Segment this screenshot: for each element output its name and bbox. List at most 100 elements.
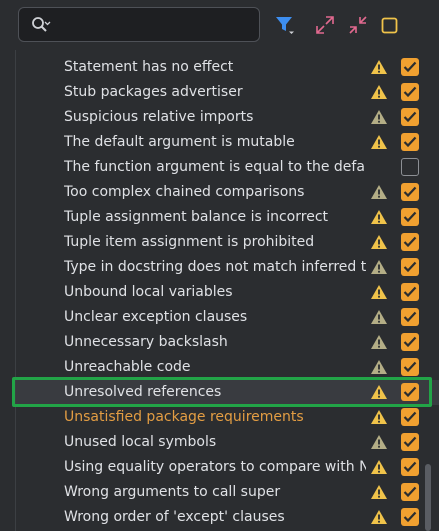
expand-all-icon[interactable]: [314, 14, 336, 36]
warning-icon: [371, 235, 387, 249]
inspection-label: Using equality operators to compare with…: [64, 459, 366, 475]
inspection-label: Unbound local variables: [64, 284, 233, 300]
search-field[interactable]: [18, 7, 260, 42]
inspection-label: Statement has no effect: [64, 59, 234, 75]
inspection-row[interactable]: Using equality operators to compare with…: [16, 455, 439, 480]
warning-icon: [371, 510, 387, 524]
warning-icon: [371, 385, 387, 399]
warning-icon: [371, 135, 387, 149]
inspection-row[interactable]: Stub packages advertiser: [16, 80, 439, 105]
warning-icon: [371, 285, 387, 299]
checkmark-icon: [403, 136, 417, 148]
checkmark-icon: [403, 336, 417, 348]
inspection-row[interactable]: Unreachable code: [16, 355, 439, 380]
inspection-checkbox[interactable]: [401, 508, 419, 526]
collapse-all-icon[interactable]: [347, 14, 369, 36]
checkmark-icon: [403, 311, 417, 323]
warning-icon: [371, 60, 387, 74]
inspection-row[interactable]: Unbound local variables: [16, 280, 439, 305]
inspection-checkbox[interactable]: [401, 333, 419, 351]
inspection-checkbox[interactable]: [401, 158, 419, 176]
warning-icon: [371, 485, 387, 499]
inspection-row[interactable]: Type in docstring does not match inferre…: [16, 255, 439, 280]
inspection-checkbox[interactable]: [401, 383, 419, 401]
checkmark-icon: [403, 186, 417, 198]
scrollbar-thumb[interactable]: [425, 464, 431, 531]
warning-icon: [371, 410, 387, 424]
checkmark-icon: [403, 411, 417, 423]
inspection-checkbox[interactable]: [401, 83, 419, 101]
inspection-checkbox[interactable]: [401, 108, 419, 126]
inspection-checkbox[interactable]: [401, 458, 419, 476]
inspection-checkbox[interactable]: [401, 208, 419, 226]
inspection-row[interactable]: Too complex chained comparisons: [16, 180, 439, 205]
weak-warning-icon: [371, 435, 387, 449]
checkmark-icon: [403, 261, 417, 273]
inspection-label: Too complex chained comparisons: [64, 184, 305, 200]
inspection-row[interactable]: Wrong arguments to call super: [16, 480, 439, 505]
inspection-label: Tuple item assignment is prohibited: [64, 234, 315, 250]
inspection-label: Unclear exception clauses: [64, 309, 248, 325]
inspection-label: Tuple assignment balance is incorrect: [64, 209, 329, 225]
inspection-checkbox[interactable]: [401, 233, 419, 251]
inspection-row[interactable]: Unclear exception clauses: [16, 305, 439, 330]
checkmark-icon: [403, 361, 417, 373]
inspection-checkbox[interactable]: [401, 183, 419, 201]
checkmark-icon: [403, 511, 417, 523]
inspection-row[interactable]: Wrong order of 'except' clauses: [16, 505, 439, 530]
checkmark-icon: [403, 386, 417, 398]
inspection-label: Unsatisfied package requirements: [64, 409, 304, 425]
inspection-checkbox[interactable]: [401, 58, 419, 76]
inspection-row[interactable]: Tuple item assignment is prohibited: [16, 230, 439, 255]
inspection-checkbox[interactable]: [401, 483, 419, 501]
inspection-row[interactable]: Unused local symbols: [16, 430, 439, 455]
checkmark-icon: [403, 211, 417, 223]
inspection-checkbox[interactable]: [401, 358, 419, 376]
checkmark-icon: [403, 236, 417, 248]
weak-warning-icon: [371, 335, 387, 349]
inspection-checkbox[interactable]: [401, 133, 419, 151]
inspection-label: The default argument is mutable: [64, 134, 295, 150]
inspection-row[interactable]: The function argument is equal to the de…: [16, 155, 439, 180]
inspection-checkbox[interactable]: [401, 308, 419, 326]
filter-icon[interactable]: [274, 14, 296, 36]
inspection-row[interactable]: The default argument is mutable: [16, 130, 439, 155]
inspection-list: Statement has no effect Stub packages adv…: [15, 50, 439, 531]
search-icon[interactable]: [31, 16, 51, 34]
weak-warning-icon: [371, 360, 387, 374]
inspection-label: Wrong arguments to call super: [64, 484, 281, 500]
checkmark-icon: [403, 436, 417, 448]
inspection-label: Unreachable code: [64, 359, 191, 375]
checkmark-icon: [403, 61, 417, 73]
inspection-checkbox[interactable]: [401, 408, 419, 426]
inspection-label: The function argument is equal to the de…: [64, 159, 366, 175]
checkmark-icon: [403, 461, 417, 473]
inspection-checkbox[interactable]: [401, 258, 419, 276]
inspection-row[interactable]: Statement has no effect: [16, 55, 439, 80]
warning-icon: [371, 85, 387, 99]
inspection-label: Suspicious relative imports: [64, 109, 254, 125]
toolbar: [0, 0, 439, 50]
checkmark-icon: [403, 286, 417, 298]
inspection-row[interactable]: Unnecessary backslash: [16, 330, 439, 355]
inspection-label: Type in docstring does not match inferre…: [64, 259, 366, 275]
inspection-label: Stub packages advertiser: [64, 84, 243, 100]
inspection-row[interactable]: Tuple assignment balance is incorrect: [16, 205, 439, 230]
inspection-row[interactable]: Unsatisfied package requirements: [16, 405, 439, 430]
inspection-checkbox[interactable]: [401, 283, 419, 301]
toggle-square-icon[interactable]: [379, 14, 401, 36]
warning-icon: [371, 210, 387, 224]
inspection-row[interactable]: Suspicious relative imports: [16, 105, 439, 130]
search-input[interactable]: [59, 14, 253, 38]
inspection-label: Wrong order of 'except' clauses: [64, 509, 285, 525]
weak-warning-icon: [371, 185, 387, 199]
weak-warning-icon: [371, 310, 387, 324]
weak-warning-icon: [371, 260, 387, 274]
warning-icon: [371, 460, 387, 474]
checkmark-icon: [403, 86, 417, 98]
inspection-checkbox[interactable]: [401, 433, 419, 451]
checkmark-icon: [403, 111, 417, 123]
inspection-label: Unused local symbols: [64, 434, 217, 450]
inspection-label: Unresolved references: [64, 384, 222, 400]
inspection-row[interactable]: Unresolved references: [16, 380, 439, 405]
